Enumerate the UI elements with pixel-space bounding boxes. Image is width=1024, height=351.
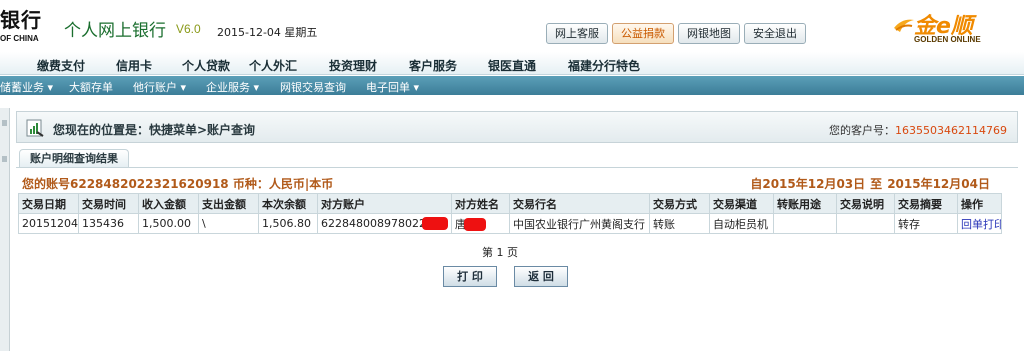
location-bar: 您现在的位置是：快捷菜单>账户查询 您的客户号：1635503462114769: [16, 111, 1018, 143]
date-range-to: 2015年12月04日: [887, 177, 990, 191]
bank-name: 银行: [0, 8, 42, 32]
col-header: 交易摘要: [894, 193, 958, 214]
nav-fujian-special[interactable]: 福建分行特色: [568, 57, 640, 74]
col-header: 交易方式: [649, 193, 710, 214]
redaction-mark: [464, 218, 486, 231]
col-header: 对方账户: [317, 193, 452, 214]
collapse-handle-icon: [2, 120, 7, 126]
current-date: 2015-12-04 星期五: [217, 26, 318, 39]
page-indicator: 第 1 页: [482, 246, 518, 259]
col-header: 操作: [957, 193, 1002, 214]
nav-medical[interactable]: 银医直通: [488, 57, 536, 74]
table-row: 20151204 135436 1,500.00 \ 1,506.80 6228…: [18, 213, 1002, 234]
left-collapse-strip[interactable]: [0, 108, 10, 351]
bank-map-button[interactable]: 网银地图: [678, 23, 740, 44]
cell-time: 135436: [78, 213, 139, 234]
site-title: 个人网上银行: [64, 21, 166, 41]
col-header: 交易日期: [18, 193, 79, 214]
nav-loan[interactable]: 个人贷款: [182, 57, 230, 74]
print-receipt-link[interactable]: 回单打印: [961, 218, 1001, 231]
main-nav: 缴费支付 信用卡 个人贷款 个人外汇 投资理财 客户服务 银医直通 福建分行特色: [0, 52, 1024, 75]
tab-divider: [16, 167, 1018, 168]
table-header-row: 交易日期 交易时间 收入金额 支出金额 本次余额 对方账户 对方姓名 交易行名 …: [18, 193, 1002, 214]
subnav-large-deposit[interactable]: 大额存单: [69, 79, 113, 95]
cell-date: 20151204: [18, 213, 79, 234]
col-header: 转账用途: [773, 193, 837, 214]
cell-action: 回单打印: [957, 213, 1002, 234]
sub-nav: 储蓄业务 ▾ 大额存单 他行账户 ▾ 企业服务 ▾ 网银交易查询 电子回单 ▾: [0, 76, 1024, 95]
nav-customer-service[interactable]: 客户服务: [409, 57, 457, 74]
cell-bank-name: 中国农业银行广州黄阁支行: [509, 213, 650, 234]
online-service-button[interactable]: 网上客服: [546, 23, 608, 44]
nav-investment[interactable]: 投资理财: [329, 57, 377, 74]
nav-credit-card[interactable]: 信用卡: [116, 57, 152, 74]
logout-button[interactable]: 安全退出: [744, 23, 806, 44]
date-range-from: 自2015年12月03日: [750, 177, 866, 191]
cell-purpose: [773, 213, 837, 234]
tab-account-detail-result[interactable]: 账户明细查询结果: [19, 149, 129, 168]
back-button[interactable]: 返 回: [514, 266, 568, 287]
col-header: 交易渠道: [709, 193, 774, 214]
nav-forex[interactable]: 个人外汇: [249, 57, 297, 74]
cell-balance: 1,506.80: [258, 213, 318, 234]
col-header: 收入金额: [138, 193, 199, 214]
collapse-handle-icon: [2, 156, 7, 162]
col-header: 交易说明: [836, 193, 895, 214]
col-header: 交易时间: [78, 193, 139, 214]
transaction-table: 交易日期 交易时间 收入金额 支出金额 本次余额 对方账户 对方姓名 交易行名 …: [18, 193, 1002, 234]
donation-button[interactable]: 公益捐款: [612, 23, 674, 44]
print-button[interactable]: 打 印: [443, 266, 497, 287]
col-header: 本次余额: [258, 193, 318, 214]
col-header: 支出金额: [198, 193, 259, 214]
subnav-other-bank[interactable]: 他行账户 ▾: [133, 79, 186, 95]
cell-note: [836, 213, 895, 234]
cell-peer-name: 唐: [451, 213, 510, 234]
bank-logo: 银行 OF CHINA: [0, 4, 42, 43]
redaction-mark: [421, 217, 448, 231]
action-buttons: 打 印 返 回: [443, 266, 568, 287]
golden-swoosh-icon: [894, 19, 914, 32]
account-info: 您的账号6228482022321620918 币种：人民币|本币: [22, 177, 334, 191]
top-button-group: 网上客服 公益捐款 网银地图 安全退出: [546, 23, 806, 44]
cell-summary: 转存: [894, 213, 958, 234]
golden-logo-en: GOLDEN ONLINE: [914, 35, 981, 44]
col-header: 对方姓名: [451, 193, 510, 214]
cell-income: 1,500.00: [138, 213, 199, 234]
subnav-savings[interactable]: 储蓄业务 ▾: [0, 79, 53, 95]
customer-number-label: 您的客户号：: [829, 124, 896, 137]
version-label: V6.0: [176, 22, 201, 36]
subnav-tx-query[interactable]: 网银交易查询: [280, 79, 346, 95]
peer-account-value: 622848008978022: [321, 216, 426, 230]
header: 银行 OF CHINA 个人网上银行 V6.0 2015-12-04 星期五 网…: [0, 0, 1024, 50]
cell-channel: 自动柜员机: [709, 213, 774, 234]
nav-payment[interactable]: 缴费支付: [37, 57, 85, 74]
chart-report-icon: [26, 119, 44, 137]
customer-number-value: 1635503462114769: [895, 124, 1007, 137]
cell-method: 转账: [649, 213, 710, 234]
bank-name-en: OF CHINA: [0, 34, 39, 43]
customer-number: 您的客户号：1635503462114769: [829, 122, 1007, 138]
date-range-sep: 至: [870, 177, 883, 191]
breadcrumb: 您现在的位置是：快捷菜单>账户查询: [53, 123, 256, 137]
golden-online-logo: 金e顺 GOLDEN ONLINE: [892, 8, 1016, 46]
cell-expense: \: [198, 213, 259, 234]
subnav-e-receipt[interactable]: 电子回单 ▾: [366, 79, 419, 95]
col-header: 交易行名: [509, 193, 650, 214]
date-range: 自2015年12月03日至 2015年12月04日: [750, 175, 990, 192]
cell-peer-account: 622848008978022: [317, 213, 452, 234]
subnav-enterprise[interactable]: 企业服务 ▾: [206, 79, 259, 95]
